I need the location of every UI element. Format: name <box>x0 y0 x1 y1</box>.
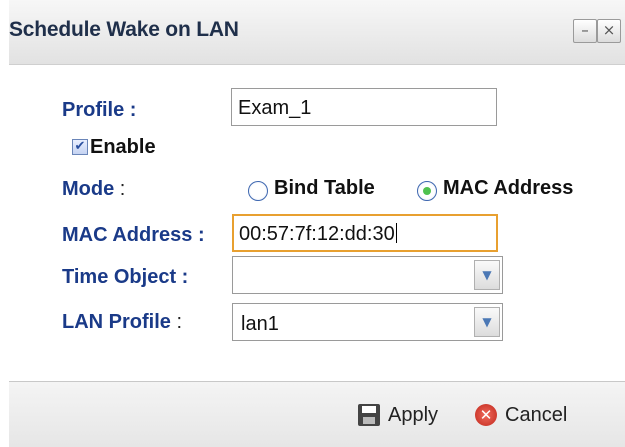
check-icon: ✔ <box>74 139 86 154</box>
close-button[interactable]: × <box>597 19 621 43</box>
radio-mac-address-label[interactable]: MAC Address <box>443 177 573 200</box>
lan-profile-label-text: LAN Profile <box>62 311 171 333</box>
minimize-icon: – <box>581 21 589 39</box>
schedule-wake-on-lan-dialog: Schedule Wake on LAN – × Profile : Exam_… <box>9 0 625 447</box>
apply-button[interactable]: Apply <box>358 400 438 430</box>
profile-input[interactable]: Exam_1 <box>231 88 497 126</box>
cancel-label: Cancel <box>505 403 568 426</box>
cancel-button[interactable]: ✕ Cancel <box>475 400 567 430</box>
dialog-title: Schedule Wake on LAN <box>9 18 239 41</box>
time-object-select[interactable]: ▼ <box>232 256 503 294</box>
lan-profile-label-colon: : <box>176 311 183 333</box>
dialog-footer: Apply ✕ Cancel <box>9 381 625 447</box>
profile-value: Exam_1 <box>238 97 312 119</box>
save-icon <box>358 404 380 426</box>
apply-label: Apply <box>388 403 439 426</box>
radio-mac-address[interactable] <box>417 181 437 201</box>
time-object-label: Time Object : <box>62 266 189 288</box>
profile-label: Profile : <box>62 99 137 121</box>
radio-bind-table-label[interactable]: Bind Table <box>274 177 375 200</box>
mode-label: Mode : <box>62 178 125 201</box>
mac-address-input[interactable]: 00:57:7f:12:dd:30 <box>232 214 498 252</box>
mac-address-value: 00:57:7f:12:dd:30 <box>239 223 395 245</box>
cancel-icon: ✕ <box>475 404 497 426</box>
dialog-titlebar: Schedule Wake on LAN – × <box>9 0 625 65</box>
radio-bind-table[interactable] <box>248 181 268 201</box>
mode-label-text: Mode <box>62 178 115 200</box>
enable-label: Enable <box>90 136 156 158</box>
lan-profile-label: LAN Profile : <box>62 311 182 334</box>
mac-address-label: MAC Address : <box>62 224 205 246</box>
enable-checkbox[interactable]: ✔ <box>72 139 88 155</box>
chevron-down-icon[interactable]: ▼ <box>474 307 500 337</box>
chevron-down-icon[interactable]: ▼ <box>474 260 500 290</box>
lan-profile-value: lan1 <box>241 313 279 335</box>
text-caret <box>395 223 397 243</box>
minimize-button[interactable]: – <box>573 19 597 43</box>
lan-profile-select[interactable]: lan1 ▼ <box>232 303 503 341</box>
mode-label-colon: : <box>119 178 126 200</box>
close-icon: × <box>602 21 616 39</box>
